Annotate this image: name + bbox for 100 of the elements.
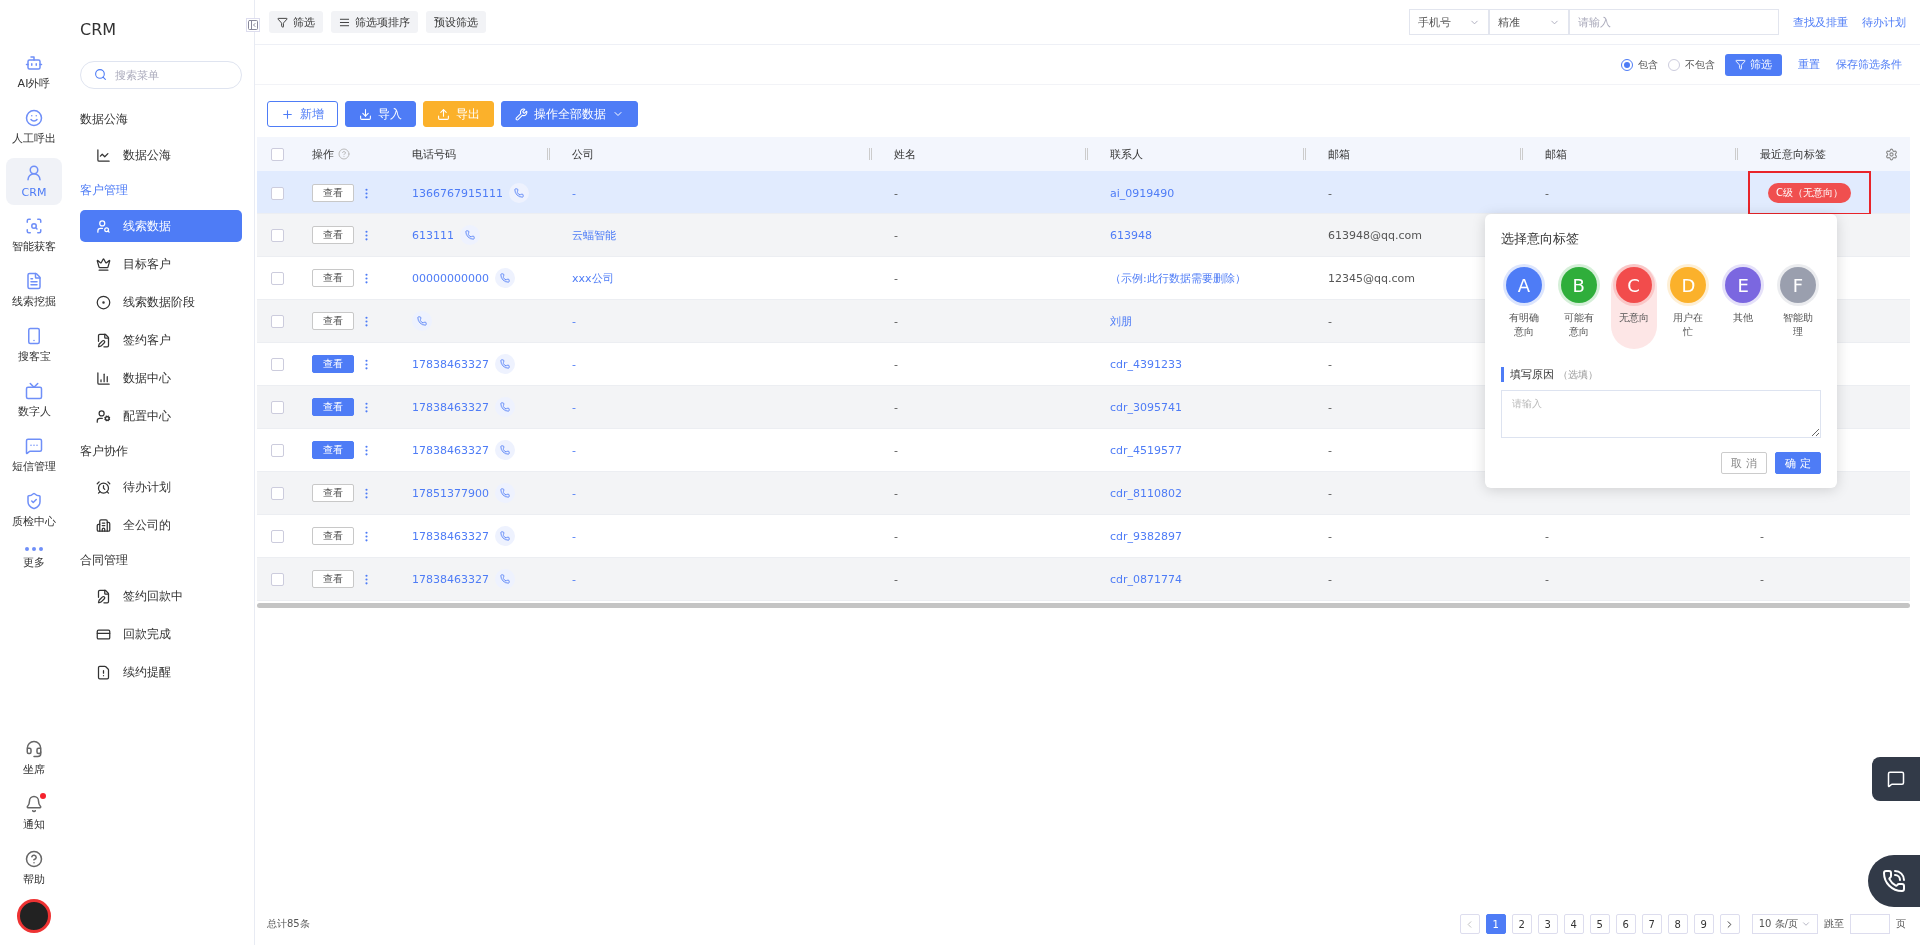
phone-icon[interactable] (495, 354, 515, 374)
page-button[interactable]: 3 (1537, 914, 1558, 934)
phone-call-icon[interactable] (1868, 855, 1920, 907)
intent-option[interactable]: E 其他 (1720, 264, 1767, 349)
sidebar-item[interactable]: 线索数据 (80, 210, 242, 242)
page-size-select[interactable]: 10 条/页 (1751, 914, 1818, 934)
rail-item[interactable]: 质检中心 (6, 486, 62, 535)
phone-icon[interactable] (495, 397, 515, 417)
phone-icon[interactable] (460, 225, 480, 245)
sidebar-item[interactable]: 数据中心 (80, 362, 242, 394)
phone-number-link[interactable]: 17838463327 (412, 357, 489, 371)
cancel-button[interactable]: 取 消 (1721, 452, 1767, 474)
rail-item[interactable]: 线索挖掘 (6, 266, 62, 315)
phone-icon[interactable] (412, 311, 432, 331)
view-button[interactable]: 查看 (312, 441, 354, 459)
reason-field[interactable]: 请输入 (1501, 390, 1821, 438)
sidebar-item[interactable]: 签约回款中 (80, 580, 242, 612)
row-checkbox[interactable] (271, 228, 284, 242)
settings-icon[interactable] (1885, 147, 1898, 161)
filter-button[interactable]: 预设筛选 (426, 11, 486, 33)
view-button[interactable]: 查看 (312, 527, 354, 545)
confirm-button[interactable]: 确 定 (1775, 452, 1821, 474)
page-button[interactable]: 5 (1589, 914, 1610, 934)
prev-page-button[interactable] (1459, 914, 1480, 934)
menu-search-field[interactable]: 搜索菜单 (80, 61, 242, 89)
phone-number-link[interactable]: 17838463327 (412, 572, 489, 586)
toolbar-button[interactable]: 新增 (267, 101, 338, 127)
toolbar-button[interactable]: 导入 (345, 101, 416, 127)
row-checkbox[interactable] (271, 186, 284, 200)
filter-link[interactable]: 保存筛选条件 (1836, 57, 1902, 72)
row-checkbox[interactable] (271, 529, 284, 543)
phone-number-link[interactable]: 17838463327 (412, 443, 489, 457)
rail-item[interactable]: 人工呼出 (6, 103, 62, 152)
match-select[interactable]: 精准 (1489, 9, 1569, 35)
filter-button[interactable]: 筛选项排序 (331, 11, 418, 33)
rail-item[interactable]: 更多 (6, 541, 62, 576)
top-link[interactable]: 待办计划 (1862, 14, 1906, 30)
sidebar-item[interactable]: 目标客户 (80, 248, 242, 280)
intent-option[interactable]: F 智能助理 (1775, 264, 1821, 349)
intent-option[interactable]: D 用户在忙 (1665, 264, 1712, 349)
page-button[interactable]: 1 (1485, 914, 1506, 934)
intent-option[interactable]: C 无意向 (1610, 264, 1657, 349)
phone-number-link[interactable]: 613111 (412, 228, 454, 242)
filter-button[interactable]: 筛选 (269, 11, 323, 33)
rail-item[interactable]: CRM (6, 158, 62, 205)
sidebar-item[interactable]: 续约提醒 (80, 656, 242, 688)
toolbar-button[interactable]: 操作全部数据 (501, 101, 638, 127)
collapse-icon[interactable] (246, 18, 260, 32)
select-all-checkbox[interactable] (271, 147, 284, 161)
view-button[interactable]: 查看 (312, 570, 354, 588)
phone-number-link[interactable]: 17838463327 (412, 400, 489, 414)
sidebar-item[interactable]: 签约客户 (80, 324, 242, 356)
rail-item[interactable]: 短信管理 (6, 431, 62, 480)
rail-item[interactable]: 数字人 (6, 376, 62, 425)
radio-option[interactable]: 包含 (1621, 57, 1658, 72)
phone-number-link[interactable]: 17851377900 (412, 486, 489, 500)
rail-item[interactable]: 通知 (6, 789, 62, 838)
view-button[interactable]: 查看 (312, 226, 354, 244)
sidebar-item[interactable]: 线索数据阶段 (80, 286, 242, 318)
sidebar-item[interactable]: 配置中心 (80, 400, 242, 432)
apply-filter-button[interactable]: 筛选 (1725, 53, 1782, 76)
intent-option[interactable]: B 可能有意向 (1555, 264, 1602, 349)
rail-item[interactable]: AI外呼 (6, 48, 62, 97)
row-checkbox[interactable] (271, 572, 284, 586)
page-button[interactable]: 7 (1641, 914, 1662, 934)
resize-handle-icon[interactable] (1735, 148, 1738, 160)
avatar[interactable] (17, 899, 51, 933)
filter-link[interactable]: 重置 (1798, 57, 1820, 72)
search-field[interactable]: 请输入 (1569, 9, 1779, 35)
top-link[interactable]: 查找及排重 (1793, 14, 1848, 30)
phone-number-link[interactable]: 17838463327 (412, 529, 489, 543)
view-button[interactable]: 查看 (312, 484, 354, 502)
sidebar-item[interactable]: 全公司的 (80, 509, 242, 541)
resize-handle-icon[interactable] (1303, 148, 1306, 160)
rail-item[interactable]: 智能获客 (6, 211, 62, 260)
row-checkbox[interactable] (271, 314, 284, 328)
view-button[interactable]: 查看 (312, 355, 354, 373)
view-button[interactable]: 查看 (312, 312, 354, 330)
phone-icon[interactable] (495, 268, 515, 288)
field-select[interactable]: 手机号 (1409, 9, 1489, 35)
row-checkbox[interactable] (271, 443, 284, 457)
row-checkbox[interactable] (271, 357, 284, 371)
phone-icon[interactable] (495, 440, 515, 460)
row-checkbox[interactable] (271, 486, 284, 500)
view-button[interactable]: 查看 (312, 184, 354, 202)
view-button[interactable]: 查看 (312, 269, 354, 287)
page-button[interactable]: 2 (1511, 914, 1532, 934)
resize-handle-icon[interactable] (1085, 148, 1088, 160)
page-button[interactable]: 9 (1693, 914, 1714, 934)
phone-icon[interactable] (495, 483, 515, 503)
page-jump-field[interactable] (1850, 914, 1890, 934)
resize-handle-icon[interactable] (547, 148, 550, 160)
rail-item[interactable]: 坐席 (6, 734, 62, 783)
rail-item[interactable]: 帮助 (6, 844, 62, 893)
scrollbar[interactable] (257, 603, 1910, 608)
radio-option[interactable]: 不包含 (1668, 57, 1715, 72)
sidebar-item[interactable]: 待办计划 (80, 471, 242, 503)
page-button[interactable]: 4 (1563, 914, 1584, 934)
page-button[interactable]: 6 (1615, 914, 1636, 934)
row-checkbox[interactable] (271, 400, 284, 414)
